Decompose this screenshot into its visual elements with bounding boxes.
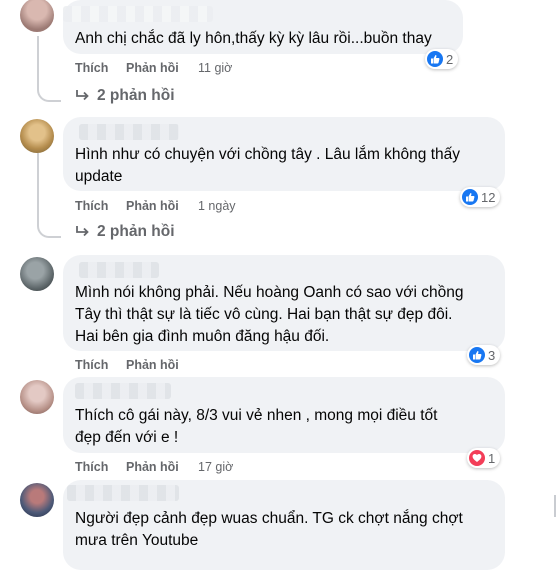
comment-text: Mình nói không phải. Nếu hoàng Oanh có s…: [75, 284, 464, 345]
edge-fragment: [542, 495, 556, 535]
view-replies-link[interactable]: 2 phản hồi: [75, 223, 175, 241]
replies-count-label: 2 phản hồi: [97, 87, 175, 104]
comment-bubble: Người đẹp cảnh đẹp wuas chuẩn. TG ck chợ…: [63, 480, 505, 570]
author-name-redacted[interactable]: [79, 124, 179, 140]
comment-text: Người đẹp cảnh đẹp wuas chuẩn. TG ck chợ…: [75, 510, 463, 549]
like-button[interactable]: Thích: [75, 199, 108, 213]
avatar[interactable]: [20, 0, 54, 32]
comment-bubble: Anh chị chắc đã ly hôn,thấy kỳ kỳ lâu rồ…: [63, 0, 463, 54]
reply-button[interactable]: Phản hồi: [126, 61, 179, 75]
timestamp[interactable]: 17 giờ: [198, 460, 233, 474]
reply-button[interactable]: Phản hồi: [126, 199, 179, 213]
comment-bubble: Thích cô gái này, 8/3 vui vẻ nhen , mong…: [63, 377, 505, 453]
timestamp[interactable]: 11 giờ: [198, 61, 232, 75]
reaction-summary[interactable]: 2: [425, 49, 459, 69]
like-icon: [427, 51, 443, 67]
reply-arrow-icon: [76, 226, 89, 237]
avatar[interactable]: [20, 483, 54, 517]
reaction-count: 12: [481, 189, 496, 205]
reaction-count: 1: [488, 450, 496, 466]
reaction-summary[interactable]: 1: [467, 448, 501, 468]
author-name-redacted[interactable]: [79, 262, 159, 278]
timestamp[interactable]: 1 ngày: [198, 199, 236, 213]
like-button[interactable]: Thích: [75, 358, 108, 372]
like-button[interactable]: Thích: [75, 460, 108, 474]
reply-button[interactable]: Phản hồi: [126, 460, 179, 474]
author-name-redacted[interactable]: [75, 383, 171, 399]
reaction-count: 3: [488, 347, 496, 363]
author-name-redacted[interactable]: [67, 485, 179, 501]
comment-bubble: Hình như có chuyện với chồng tây . Lâu l…: [63, 117, 505, 191]
comment-text: Anh chị chắc đã ly hôn,thấy kỳ kỳ lâu rồ…: [75, 30, 432, 47]
reply-arrow-icon: [76, 90, 89, 101]
avatar[interactable]: [20, 119, 54, 153]
view-replies-link[interactable]: 2 phản hồi: [75, 87, 175, 105]
comment-bubble: Mình nói không phải. Nếu hoàng Oanh có s…: [63, 255, 505, 351]
like-icon: [462, 189, 478, 205]
comment-text: Thích cô gái này, 8/3 vui vẻ nhen , mong…: [75, 407, 438, 446]
author-name-redacted[interactable]: [63, 6, 213, 22]
reply-button[interactable]: Phản hồi: [126, 358, 179, 372]
comment-text: Hình như có chuyện với chồng tây . Lâu l…: [75, 146, 461, 185]
thread-connector: [37, 78, 61, 102]
like-icon: [469, 347, 485, 363]
reaction-summary[interactable]: 3: [467, 345, 501, 365]
reaction-summary[interactable]: 12: [460, 187, 501, 207]
thread-connector: [37, 214, 61, 238]
replies-count-label: 2 phản hồi: [97, 223, 175, 240]
avatar[interactable]: [20, 380, 54, 414]
avatar[interactable]: [20, 257, 54, 291]
thread-line: [37, 153, 39, 221]
thread-line: [37, 36, 39, 84]
heart-icon: [469, 450, 485, 466]
reaction-count: 2: [446, 51, 454, 67]
like-button[interactable]: Thích: [75, 61, 108, 75]
